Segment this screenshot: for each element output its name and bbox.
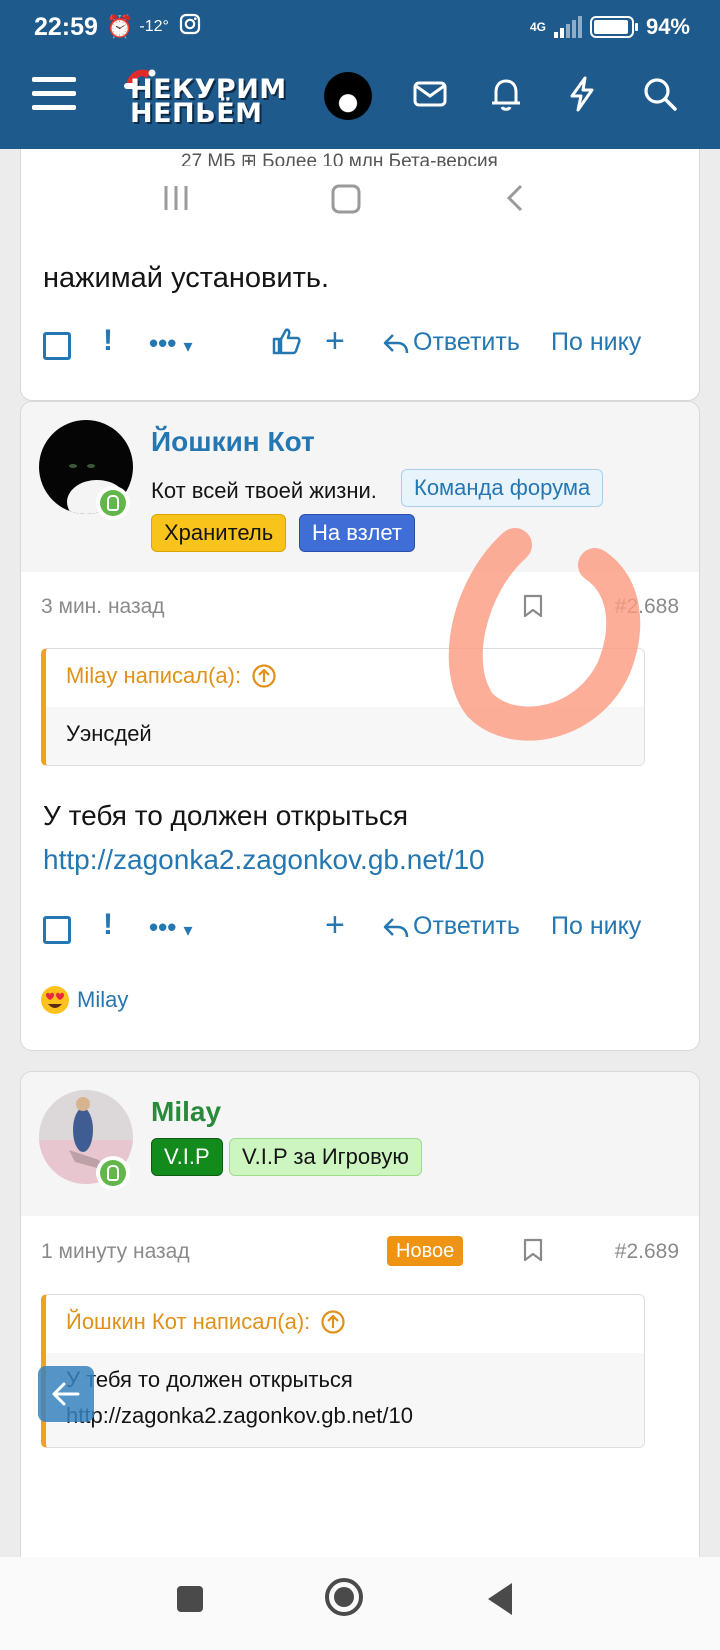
- recents-button[interactable]: [170, 1579, 210, 1619]
- bell-icon[interactable]: [486, 74, 526, 114]
- add-reaction-button[interactable]: +: [325, 906, 345, 945]
- bookmark-icon[interactable]: [523, 594, 543, 618]
- more-menu[interactable]: ••• ▾: [149, 912, 193, 943]
- back-button[interactable]: [482, 1579, 522, 1619]
- badge-forum-team: Команда форума: [401, 469, 604, 507]
- site-logo[interactable]: НЕКУРИМ НЕПЬЁМ: [120, 62, 300, 132]
- post-number[interactable]: #2.689: [615, 1240, 679, 1264]
- arrow-up-circle-icon: [321, 1310, 345, 1334]
- bookmark-icon[interactable]: [523, 1238, 543, 1262]
- post-user-header: Milay V.I.P V.I.P за Игровую: [21, 1072, 699, 1216]
- select-checkbox[interactable]: [43, 332, 71, 360]
- select-checkbox[interactable]: [43, 916, 71, 944]
- reply-icon: [383, 333, 409, 353]
- author-name[interactable]: Milay: [151, 1096, 221, 1128]
- like-icon[interactable]: [271, 326, 301, 356]
- post-time[interactable]: 1 минуту назад: [41, 1240, 190, 1264]
- arrow-left-icon: [52, 1382, 80, 1406]
- chevron-down-icon: ▾: [183, 336, 193, 356]
- home-button[interactable]: [322, 1575, 366, 1619]
- battery-percent: 94%: [645, 14, 690, 39]
- post-number[interactable]: #2.688: [615, 595, 679, 619]
- app-header: 22:59 ⏰ -12° 4G 94% НЕКУРИМ НЕПЬЁМ: [0, 0, 720, 149]
- report-icon[interactable]: !: [103, 324, 113, 358]
- quote-by-nick-button[interactable]: По нику: [551, 328, 641, 357]
- more-menu[interactable]: ••• ▾: [149, 328, 193, 359]
- quote-block: Йошкин Кот написал(а): У тебя то должен …: [41, 1294, 645, 1448]
- reaction-user[interactable]: Milay: [77, 987, 128, 1013]
- post-card: Йошкин Кот Кот всей твоей жизни. Команда…: [20, 401, 700, 1051]
- quote-by-nick-button[interactable]: По нику: [551, 912, 641, 941]
- search-icon[interactable]: [640, 74, 680, 114]
- post-card: 27 МБ ⊞ Более 10 млн Бета-версия нажимай…: [20, 149, 700, 401]
- nav-row: НЕКУРИМ НЕПЬЁМ: [0, 60, 720, 144]
- reply-button[interactable]: Ответить: [383, 912, 520, 941]
- reply-icon: [383, 917, 409, 937]
- badge-keeper: Хранитель: [151, 514, 287, 552]
- post-text: У тебя то должен открыться: [43, 800, 409, 831]
- logo-line-2: НЕПЬЁМ: [130, 98, 263, 129]
- online-status-icon: [96, 486, 130, 520]
- post-actions: ! ••• ▾ + Ответить По нику: [21, 906, 699, 952]
- status-bar: 22:59 ⏰ -12° 4G 94%: [0, 0, 720, 54]
- badge-vip-games: V.I.P за Игровую: [229, 1138, 422, 1176]
- user-avatar[interactable]: [324, 72, 372, 120]
- post-text: нажимай установить.: [43, 262, 330, 294]
- network-type: 4G: [529, 20, 546, 34]
- badge-vip: V.I.P: [151, 1138, 223, 1176]
- arrow-up-circle-icon: [252, 664, 276, 688]
- post-time[interactable]: 3 мин. назад: [41, 595, 165, 619]
- author-name[interactable]: Йошкин Кот: [151, 426, 315, 458]
- signal-icon: [553, 16, 582, 38]
- post-link[interactable]: http://zagonka2.zagonkov.gb.net/10: [43, 844, 485, 876]
- online-status-icon: [96, 1156, 130, 1190]
- instagram-icon: [179, 13, 201, 42]
- post-actions: ! ••• ▾ + Ответить По нику: [21, 322, 699, 368]
- status-time: 22:59: [34, 12, 98, 41]
- badge-takeoff: На взлет: [299, 514, 415, 552]
- menu-icon[interactable]: [32, 77, 76, 117]
- chevron-down-icon: ▾: [183, 920, 193, 940]
- add-reaction-button[interactable]: +: [325, 322, 345, 361]
- alarm-icon: ⏰: [105, 14, 134, 39]
- new-post-badge: Новое: [387, 1236, 464, 1266]
- report-icon[interactable]: !: [103, 908, 113, 942]
- embedded-screenshot-navbar: [21, 166, 699, 230]
- author-title: Кот всей твоей жизни.: [151, 478, 377, 503]
- reply-button[interactable]: Ответить: [383, 328, 520, 357]
- lightning-icon[interactable]: [562, 74, 602, 114]
- thread-content: 27 МБ ⊞ Более 10 млн Бета-версия нажимай…: [0, 149, 720, 1557]
- post-card: Milay V.I.P V.I.P за Игровую 1 минуту на…: [20, 1071, 700, 1557]
- quote-header[interactable]: Йошкин Кот написал(а):: [66, 1309, 346, 1335]
- battery-icon: [589, 16, 638, 38]
- status-temperature: -12°: [139, 18, 169, 35]
- quote-link[interactable]: http://zagonka2.zagonkov.gb.net/10: [66, 1403, 413, 1429]
- reaction-summary[interactable]: Milay: [39, 984, 128, 1016]
- quote-block: Milay написал(а): Уэнсдей: [41, 648, 645, 766]
- quote-header[interactable]: Milay написал(а):: [66, 663, 277, 689]
- quote-text: У тебя то должен открыться: [66, 1367, 353, 1392]
- heart-eyes-emoji-icon: [41, 986, 69, 1014]
- post-user-header: Йошкин Кот Кот всей твоей жизни. Команда…: [21, 402, 699, 572]
- quote-text: Уэнсдей: [66, 721, 152, 746]
- system-navigation-bar: [0, 1557, 720, 1650]
- mail-icon[interactable]: [410, 74, 450, 114]
- scroll-back-button[interactable]: [38, 1366, 94, 1422]
